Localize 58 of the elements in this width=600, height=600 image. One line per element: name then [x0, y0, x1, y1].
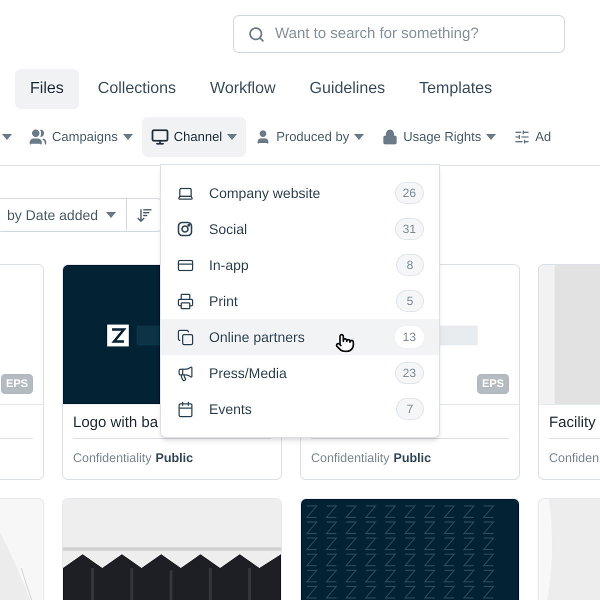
caret-icon — [122, 134, 133, 140]
copy-icon — [176, 328, 194, 346]
count-badge: 8 — [396, 254, 424, 276]
tab[interactable]: Files — [15, 69, 79, 109]
file-type-badge: EPS — [476, 374, 509, 394]
count-badge: 13 — [394, 326, 424, 348]
filter-button[interactable]: Produced by — [246, 117, 374, 157]
menu-item-label: Social — [209, 220, 248, 238]
people-icon — [29, 128, 47, 146]
monitor-icon — [150, 128, 169, 146]
filter-button[interactable]: Channel — [142, 117, 246, 157]
user-icon — [255, 129, 272, 145]
count-badge: 5 — [396, 290, 424, 312]
confidentiality-value: Public — [394, 450, 432, 467]
sort-icon — [136, 206, 154, 224]
megaphone-icon — [176, 364, 194, 382]
search-field[interactable]: Want to search for something? — [233, 15, 565, 53]
tab[interactable]: Templates — [404, 69, 508, 109]
count-badge: 23 — [394, 362, 424, 384]
confidentiality-label: Confidentiality — [311, 450, 390, 467]
confidentiality-label: Confiden — [549, 450, 600, 467]
menu-item[interactable]: Social 31 — [161, 211, 439, 247]
calendar-icon — [176, 400, 194, 418]
search-icon — [248, 26, 265, 42]
menu-item[interactable]: Online partners 13 — [161, 319, 439, 355]
card-title: Facility — [549, 412, 596, 432]
count-badge: 31 — [394, 218, 424, 240]
confidentiality-value: Public — [156, 450, 194, 467]
menu-item-label: Print — [209, 292, 238, 310]
menu-item-label: Press/Media — [209, 364, 287, 382]
menu-item[interactable]: Company website 26 — [161, 175, 439, 211]
caret-icon — [486, 134, 496, 140]
filter-button[interactable]: Campaigns — [20, 117, 142, 157]
card-title: Logo with ba — [73, 412, 158, 432]
caret-icon — [354, 134, 364, 140]
hand-pointer-icon — [335, 333, 355, 353]
filter-button[interactable]: Usage Rights — [373, 117, 506, 157]
lock-icon — [382, 129, 398, 145]
count-badge: 26 — [394, 182, 424, 204]
tab[interactable]: Guidelines — [294, 69, 400, 109]
file-type-badge: EPS — [0, 374, 33, 394]
confidentiality-label: Confidentiality — [73, 450, 152, 467]
printer-icon — [176, 292, 194, 310]
sort-dropdown[interactable]: by Date added — [0, 198, 128, 232]
camera-icon — [177, 221, 193, 237]
menu-item-label: Company website — [209, 184, 320, 203]
filter-button[interactable]: Ad — [505, 117, 560, 157]
menu-item-label: In-app — [209, 256, 249, 275]
menu-item-label: Events — [209, 400, 252, 418]
tab[interactable]: Collections — [82, 69, 192, 109]
count-badge: 7 — [396, 398, 424, 420]
caret-icon — [106, 212, 116, 218]
caret-icon — [2, 134, 12, 140]
sliders-icon — [514, 129, 530, 145]
caret-icon — [227, 134, 238, 140]
asset-card[interactable]: Facility Confiden — [538, 264, 600, 480]
search-input[interactable]: Want to search for something? — [275, 22, 550, 46]
tab[interactable]: Workflow — [195, 69, 291, 109]
